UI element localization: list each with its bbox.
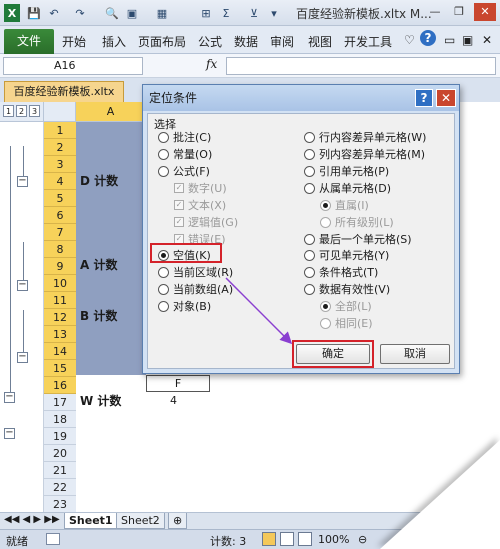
annotation-arrow-icon bbox=[225, 277, 293, 345]
